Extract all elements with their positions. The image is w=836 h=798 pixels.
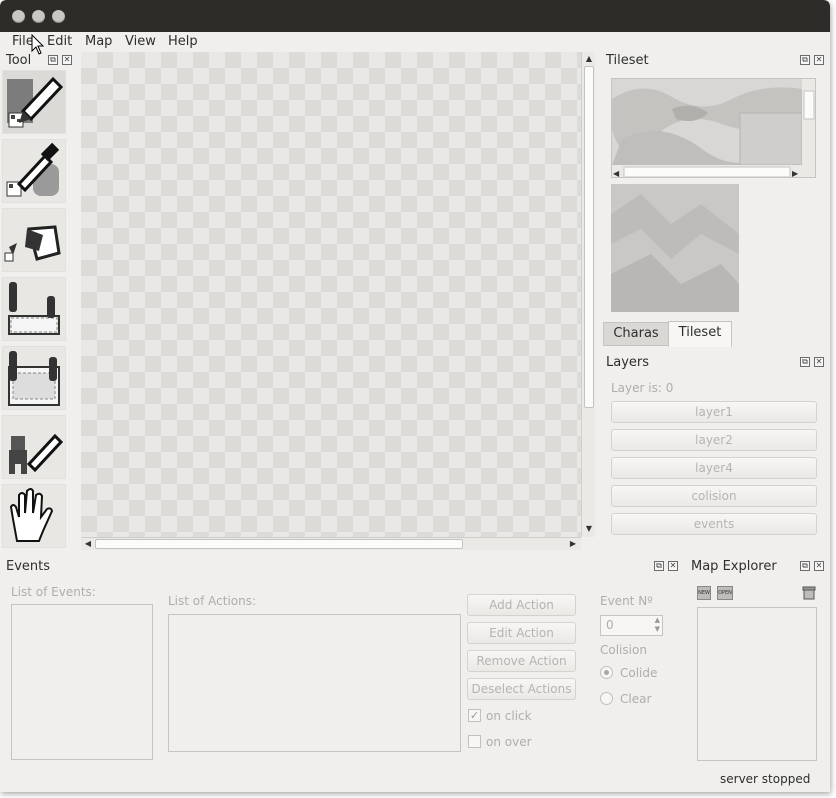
status-text: server stopped bbox=[720, 772, 811, 786]
rectangle-fill-icon bbox=[8, 351, 60, 406]
menu-view[interactable]: View bbox=[125, 34, 156, 49]
close-icon[interactable]: ✕ bbox=[668, 561, 678, 571]
scroll-right-icon[interactable]: ▶ bbox=[567, 539, 579, 548]
layer-button-events[interactable]: events bbox=[611, 513, 817, 535]
edit-action-button[interactable]: Edit Action bbox=[467, 622, 576, 644]
list-of-actions-label: List of Actions: bbox=[168, 594, 257, 608]
paint-bucket-icon bbox=[4, 225, 61, 262]
close-icon[interactable]: ✕ bbox=[814, 561, 824, 571]
title-bar bbox=[0, 0, 830, 32]
horizontal-scrollbar-thumb[interactable] bbox=[95, 539, 463, 549]
clear-label: Clear bbox=[620, 692, 652, 706]
character-pencil-icon bbox=[9, 433, 64, 474]
character-tool-button[interactable] bbox=[2, 415, 66, 479]
event-number-spinbox[interactable]: 0 ▲ ▼ bbox=[600, 615, 663, 636]
pencil-icon bbox=[7, 76, 64, 128]
float-icon[interactable]: ⧉ bbox=[800, 357, 810, 367]
float-icon[interactable]: ⧉ bbox=[800, 55, 810, 65]
rectangle-tool-button[interactable] bbox=[2, 277, 66, 341]
menu-bar: File Edit Map View Help bbox=[0, 32, 830, 55]
colision-label: Colision bbox=[600, 643, 647, 657]
svg-text:◀: ◀ bbox=[613, 169, 620, 178]
event-number-value: 0 bbox=[606, 618, 614, 632]
hand-icon bbox=[9, 488, 54, 542]
close-icon[interactable]: ✕ bbox=[814, 55, 824, 65]
rectangle-fill-tool-button[interactable] bbox=[2, 346, 66, 410]
menu-edit[interactable]: Edit bbox=[47, 34, 72, 49]
tileset-preview[interactable]: ◀ ▶ bbox=[611, 78, 816, 178]
actions-list[interactable] bbox=[168, 614, 461, 752]
layer-status: Layer is: 0 bbox=[611, 381, 674, 395]
radio-selected-dot bbox=[604, 670, 609, 675]
tab-tileset[interactable]: Tileset bbox=[668, 321, 732, 347]
layers-dock-title: Layers bbox=[606, 355, 650, 370]
tileset-image: ◀ ▶ bbox=[612, 79, 815, 178]
minimize-window-button[interactable] bbox=[32, 10, 45, 23]
add-action-button[interactable]: Add Action bbox=[467, 594, 576, 616]
scroll-up-icon[interactable]: ▲ bbox=[583, 54, 595, 63]
new-map-icon[interactable]: NEW bbox=[697, 586, 711, 600]
delete-map-icon[interactable] bbox=[802, 586, 816, 600]
float-icon[interactable]: ⧉ bbox=[48, 55, 58, 65]
scroll-down-icon[interactable]: ▼ bbox=[583, 524, 595, 533]
spin-up-icon[interactable]: ▲ bbox=[655, 616, 660, 624]
scroll-left-icon[interactable]: ◀ bbox=[82, 539, 94, 548]
eyedropper-icon bbox=[6, 142, 60, 197]
colide-radio[interactable] bbox=[600, 666, 613, 679]
on-over-checkbox[interactable] bbox=[468, 735, 481, 748]
close-icon[interactable]: ✕ bbox=[814, 357, 824, 367]
bucket-fill-tool-button[interactable] bbox=[2, 208, 66, 272]
rectangle-draw-icon bbox=[8, 282, 60, 335]
status-bar: server stopped bbox=[0, 768, 830, 792]
map-explorer-dock-title: Map Explorer bbox=[691, 559, 777, 574]
map-explorer-list[interactable] bbox=[697, 607, 817, 761]
tile-image bbox=[611, 184, 739, 312]
tab-charas[interactable]: Charas bbox=[603, 322, 669, 346]
svg-text:▶: ▶ bbox=[792, 169, 799, 178]
float-icon[interactable]: ⧉ bbox=[800, 561, 810, 571]
layer-button-layer4[interactable]: layer4 bbox=[611, 457, 817, 479]
events-dock-title: Events bbox=[6, 559, 51, 574]
float-icon[interactable]: ⧉ bbox=[654, 561, 664, 571]
layer-button-layer2[interactable]: layer2 bbox=[611, 429, 817, 451]
events-list[interactable] bbox=[11, 604, 153, 760]
mouse-cursor-icon bbox=[31, 34, 45, 55]
colide-label: Colide bbox=[620, 666, 658, 680]
spin-down-icon[interactable]: ▼ bbox=[655, 625, 660, 633]
menu-map[interactable]: Map bbox=[85, 34, 112, 49]
layer-button-colision[interactable]: colision bbox=[611, 485, 817, 507]
remove-action-button[interactable]: Remove Action bbox=[467, 650, 576, 672]
selected-tile-preview bbox=[611, 184, 739, 312]
maximize-window-button[interactable] bbox=[52, 10, 65, 23]
tool-dock-title: Tool bbox=[6, 53, 32, 68]
vertical-scrollbar-thumb[interactable] bbox=[584, 66, 594, 408]
event-number-label: Event Nº bbox=[600, 594, 653, 608]
open-map-icon[interactable]: OPEN bbox=[717, 586, 733, 600]
pencil-tool-button[interactable] bbox=[2, 70, 66, 134]
on-click-checkbox[interactable]: ✓ bbox=[468, 709, 481, 722]
menu-help[interactable]: Help bbox=[168, 34, 198, 49]
layer-button-layer1[interactable]: layer1 bbox=[611, 401, 817, 423]
hand-tool-button[interactable] bbox=[2, 484, 66, 548]
deselect-actions-button[interactable]: Deselect Actions bbox=[467, 678, 576, 700]
close-icon[interactable]: ✕ bbox=[62, 55, 72, 65]
vertical-scrollbar[interactable]: ▲ ▼ bbox=[581, 52, 595, 537]
on-click-label: on click bbox=[486, 709, 532, 723]
map-canvas[interactable] bbox=[81, 52, 581, 537]
list-of-events-label: List of Events: bbox=[11, 585, 96, 599]
app-window: File Edit Map View Help Tool ⧉ ✕ ▲ ▼ ◀ ▶… bbox=[0, 0, 830, 792]
close-window-button[interactable] bbox=[12, 10, 25, 23]
clear-radio[interactable] bbox=[600, 692, 613, 705]
eyedropper-tool-button[interactable] bbox=[2, 139, 66, 203]
on-over-label: on over bbox=[486, 735, 532, 749]
horizontal-scrollbar[interactable]: ◀ ▶ bbox=[81, 537, 581, 550]
tileset-dock-title: Tileset bbox=[606, 53, 649, 68]
